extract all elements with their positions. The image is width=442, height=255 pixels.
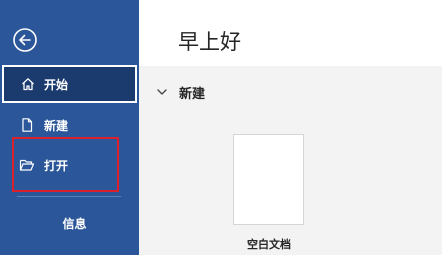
circle-arrow-left-icon <box>13 28 37 52</box>
sidebar-item-home[interactable]: 开始 <box>2 65 137 103</box>
back-button[interactable] <box>12 27 38 53</box>
folder-open-icon <box>19 157 35 173</box>
new-document-icon <box>19 117 35 133</box>
sidebar-item-label: 新建 <box>44 118 69 133</box>
section-title: 新建 <box>179 86 206 102</box>
sidebar-item-new[interactable]: 新建 <box>0 106 139 144</box>
sidebar-item-label: 开始 <box>44 77 69 92</box>
home-icon <box>20 76 36 92</box>
chevron-down-icon <box>156 86 168 98</box>
sidebar-divider <box>17 196 121 197</box>
sidebar-item-info[interactable]: 信息 <box>0 210 139 236</box>
page-title: 早上好 <box>178 30 241 54</box>
template-label: 空白文档 <box>247 238 291 251</box>
sidebar-item-open[interactable]: 打开 <box>0 146 139 184</box>
blank-document-template[interactable] <box>233 134 304 225</box>
sidebar-item-label: 打开 <box>44 158 69 173</box>
new-section-toggle[interactable]: 新建 <box>156 82 205 102</box>
backstage-sidebar: 开始 新建 打开 信息 <box>0 0 139 255</box>
sidebar-item-label: 信息 <box>62 216 87 231</box>
